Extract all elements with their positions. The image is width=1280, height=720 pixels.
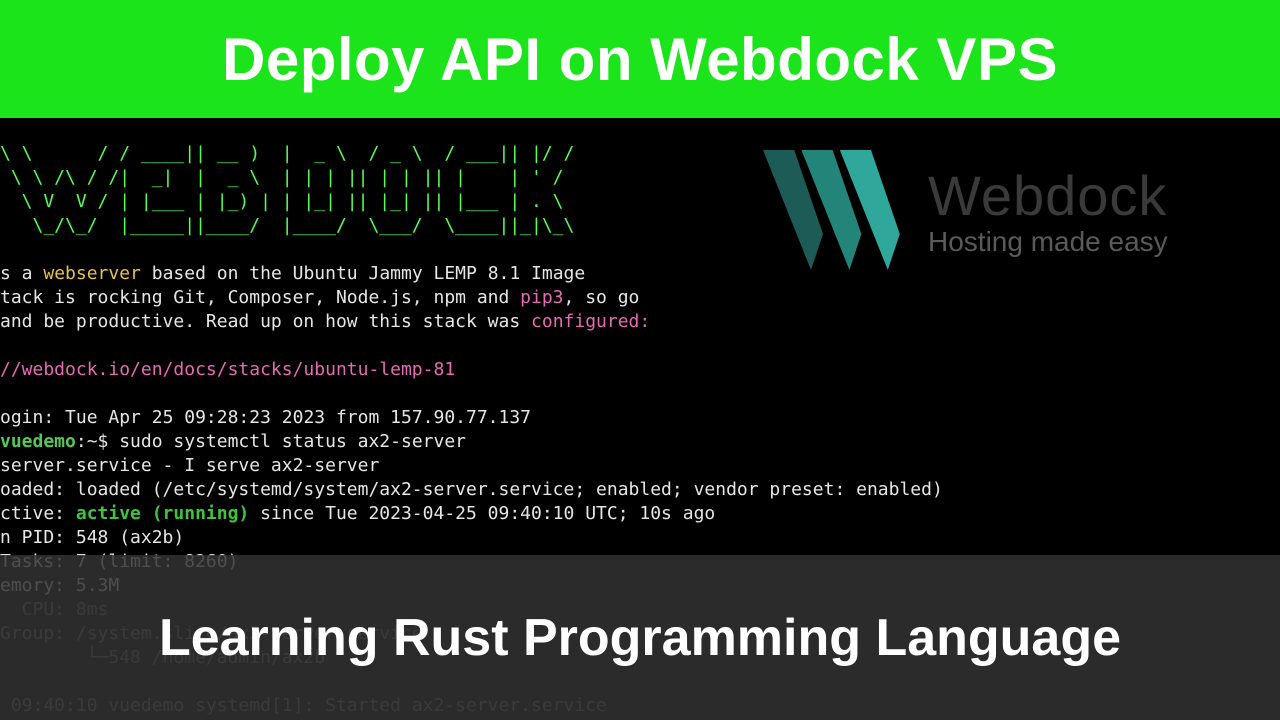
banner-bottom-title: Learning Rust Programming Language <box>159 608 1121 668</box>
ascii-art-line: \ \ /\ / /| _| | _ \ | | | || | | || | |… <box>0 167 574 188</box>
brand-tagline: Hosting made easy <box>928 226 1168 258</box>
motd-line: and be productive. Read up on how this s… <box>0 311 650 332</box>
brand-name: Webdock <box>928 163 1168 228</box>
ascii-art-line: \ \ / / ____|| __ ) | _ \ / _ \ / ___|| … <box>0 143 574 164</box>
prompt-line: vuedemo:~$ sudo systemctl status ax2-ser… <box>0 431 466 452</box>
banner-bottom: Learning Rust Programming Language <box>0 555 1280 720</box>
active-line: ctive: active (running) since Tue 2023-0… <box>0 503 715 524</box>
banner-top: Deploy API on Webdock VPS <box>0 0 1280 118</box>
loaded-line: oaded: loaded (/etc/systemd/system/ax2-s… <box>0 479 943 500</box>
motd-line: s a webserver based on the Ubuntu Jammy … <box>0 263 585 284</box>
docs-url: //webdock.io/en/docs/stacks/ubuntu-lemp-… <box>0 359 455 380</box>
banner-top-title: Deploy API on Webdock VPS <box>222 25 1058 94</box>
service-desc: server.service - I serve ax2-server <box>0 455 379 476</box>
webdock-logo-icon <box>760 150 910 270</box>
motd-line: tack is rocking Git, Composer, Node.js, … <box>0 287 639 308</box>
ascii-art-line: \_/\_/ |_____||____/ |____/ \___/ \____|… <box>0 215 574 236</box>
mainpid-line: n PID: 548 (ax2b) <box>0 527 184 548</box>
last-login: ogin: Tue Apr 25 09:28:23 2023 from 157.… <box>0 407 531 428</box>
ascii-art-line: \ V V / | |___ | |_) | | |_| || |_| || |… <box>0 191 574 212</box>
brand-block: Webdock Hosting made easy <box>760 140 1250 280</box>
